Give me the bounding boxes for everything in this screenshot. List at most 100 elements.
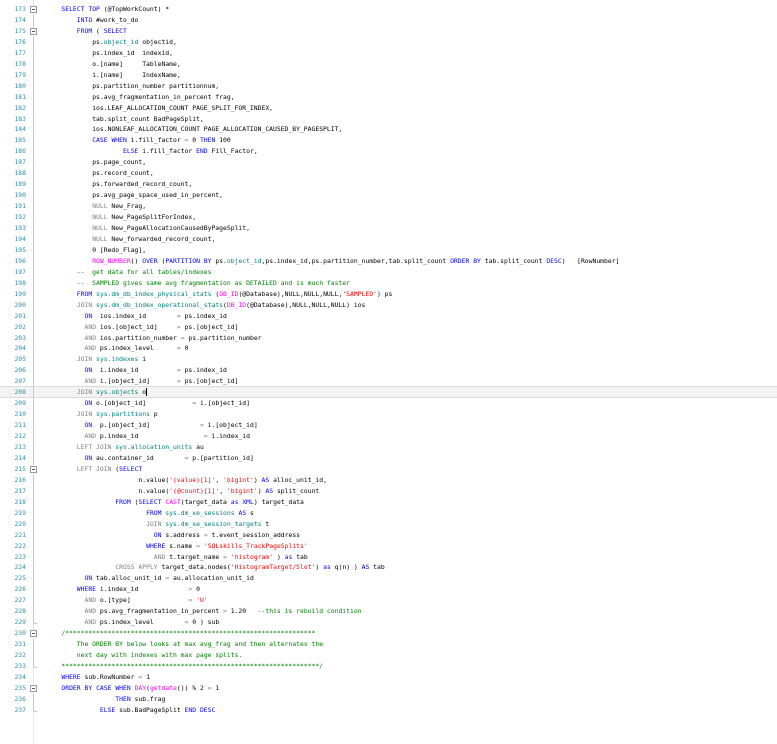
code-token: ****************************************… bbox=[61, 662, 324, 670]
code-line[interactable]: 185 CASE WHEN i.fill_factor = 0 THEN 100 bbox=[0, 135, 777, 148]
code-text: ON ios.index_id = ps.index_id bbox=[85, 311, 227, 321]
sql-code-editor[interactable]: 173 SELECT TOP (@TopWorkCount) * 174 INTO #… bbox=[0, 0, 777, 744]
code-line[interactable]: 234 WHERE sub.RowNumber = 1 bbox=[0, 672, 777, 682]
code-line[interactable]: 197 -- get data for all tables/indexes bbox=[0, 266, 777, 279]
code-line[interactable]: 231 The ORDER BY below looks at max avg_f… bbox=[0, 639, 777, 652]
code-line[interactable]: 176 ps.object_id objectid, bbox=[0, 36, 777, 49]
code-line[interactable]: 180 ps.partition_number partitionnum, bbox=[0, 80, 777, 93]
code-line[interactable]: 237 ELSE sub.BadPageSplit END DESC bbox=[0, 704, 777, 715]
code-line[interactable]: 188 ps.record_count, bbox=[0, 168, 777, 181]
code-line[interactable]: 211 ON p.[object_id] = i.[object_id] bbox=[0, 420, 777, 433]
code-line[interactable]: 218 FROM (SELECT CAST(target_data as XML)… bbox=[0, 496, 777, 509]
code-token: 'bigint' bbox=[223, 475, 254, 484]
line-number: 218 bbox=[14, 497, 26, 506]
code-line[interactable]: 233 *************************************… bbox=[0, 661, 777, 671]
code-line[interactable]: 182 ios.LEAF_ALLOCATION_COUNT PAGE_SPLIT_… bbox=[0, 102, 777, 115]
code-token: , bbox=[215, 475, 224, 484]
code-token: (@Database),NULL,NULL,NULL) ios bbox=[246, 300, 366, 309]
code-line[interactable]: 213 LEFT JOIN sys.allocation_units au bbox=[0, 442, 777, 454]
code-token: o.[object_id] bbox=[92, 399, 193, 408]
code-line[interactable]: 219 FROM sys.dm_xe_sessions AS s bbox=[0, 507, 777, 520]
code-token: t.target_name bbox=[165, 552, 224, 561]
code-line[interactable]: 230 /************************************… bbox=[0, 628, 777, 638]
code-line[interactable]: 221 ON s.address = t.event_session_addres… bbox=[0, 529, 777, 542]
code-line[interactable]: 223 AND t.target_name = 'histogram' ) as … bbox=[0, 551, 777, 564]
code-line[interactable]: 235 ORDER BY CASE WHEN DAY(getdate()) % 2… bbox=[0, 683, 777, 693]
code-line[interactable]: 236 THEN sub.frag bbox=[0, 693, 777, 706]
code-line[interactable]: 198 -- SAMPLED gives same avg fragmentati… bbox=[0, 277, 777, 290]
collapse-region-icon[interactable] bbox=[30, 465, 37, 473]
code-line[interactable]: 193 NULL New_PageAllocationCausedByPageSp… bbox=[0, 223, 777, 235]
code-line[interactable]: 178 o.[name] TableName, bbox=[0, 58, 777, 71]
code-line[interactable]: 191 NULL New_Frag, bbox=[0, 201, 777, 214]
code-line[interactable]: 232 next day with indexes with max page s… bbox=[0, 650, 777, 663]
code-line[interactable]: 187 ps.page_count, bbox=[0, 157, 777, 170]
fold-guide-line bbox=[30, 452, 36, 465]
line-number: 219 bbox=[14, 508, 26, 517]
code-line[interactable]: 183 tab.split_count BadPageSplit, bbox=[0, 113, 777, 126]
collapse-region-icon[interactable] bbox=[30, 5, 37, 13]
collapse-region-icon[interactable] bbox=[30, 27, 37, 35]
code-line[interactable]: 200 JOIN sys.dm_db_index_operational_stat… bbox=[0, 299, 777, 312]
code-line[interactable]: 202 AND ios.[object_id] = ps.[object_id] bbox=[0, 321, 777, 334]
code-line[interactable]: 220 JOIN sys.dm_xe_session_targets t bbox=[0, 518, 777, 531]
line-number: 195 bbox=[14, 245, 26, 254]
collapse-region-icon[interactable] bbox=[30, 684, 37, 692]
code-line[interactable]: 177 ps.index_id indexid, bbox=[0, 47, 777, 60]
code-line[interactable]: 215 LEFT JOIN (SELECT bbox=[0, 464, 777, 474]
code-line[interactable]: 174 INTO #work_to_do bbox=[0, 14, 777, 27]
code-line[interactable]: 181 ps.avg_fragmentation_in_percent frag, bbox=[0, 91, 777, 104]
fold-guide-line bbox=[30, 496, 36, 509]
code-line[interactable]: 201 ON ios.index_id = ps.index_id bbox=[0, 310, 777, 323]
code-line[interactable]: 209 ON o.[object_id] = i.[object_id] bbox=[0, 398, 777, 411]
code-line[interactable]: 189 ps.forwarded_record_count, bbox=[0, 179, 777, 192]
code-text: ON i.index_id = ps.index_id bbox=[85, 365, 227, 375]
code-line[interactable]: 190 ps.avg_page_space_used_in_percent, bbox=[0, 190, 777, 203]
code-line[interactable]: 226 WHERE i.index_id > 0 bbox=[0, 584, 777, 597]
code-line[interactable]: 192 NULL New_PageSplitForIndex, bbox=[0, 212, 777, 225]
code-line[interactable]: 229 AND ps.index_level = 0 ) sub bbox=[0, 617, 777, 627]
collapse-region-icon[interactable] bbox=[30, 629, 37, 638]
code-line[interactable]: 227 AND o.[type] = 'U' bbox=[0, 595, 777, 608]
code-line[interactable]: 222 WHERE s.name = 'SQLskills_TrackPageSp… bbox=[0, 540, 777, 553]
code-line[interactable]: 216 n.value('(value)[1]', 'bigint') AS al… bbox=[0, 474, 777, 487]
code-line[interactable]: 204 AND ps.index_level = 0 bbox=[0, 343, 777, 356]
code-line[interactable]: 194 NULL New_forwarded_record_count, bbox=[0, 233, 777, 246]
code-line[interactable]: 208 JOIN sys.objects o bbox=[0, 386, 777, 400]
code-line[interactable]: 212 AND p.index_id = i.index_id bbox=[0, 431, 777, 444]
fold-guide-line bbox=[30, 233, 36, 246]
line-number: 204 bbox=[14, 344, 26, 353]
code-line[interactable]: 228 AND ps.avg_fragmentation_in_percent >… bbox=[0, 606, 777, 619]
code-token: SELECT bbox=[61, 5, 85, 13]
code-line[interactable]: 175 FROM ( SELECT bbox=[0, 26, 777, 36]
code-line[interactable]: 173 SELECT TOP (@TopWorkCount) * bbox=[0, 4, 777, 14]
code-text: WHERE s.name = 'SQLskills_TrackPageSplit… bbox=[146, 541, 308, 551]
code-token: ELSE bbox=[99, 705, 116, 714]
code-line[interactable]: 206 ON i.index_id = ps.index_id bbox=[0, 365, 777, 378]
line-number: 230 bbox=[14, 629, 26, 638]
code-line[interactable]: 225 ON tab.alloc_unit_id = au.allocation_… bbox=[0, 573, 777, 586]
code-line[interactable]: 205 JOIN sys.indexes i bbox=[0, 354, 777, 367]
code-text: ps.record_count, bbox=[92, 168, 154, 178]
code-line[interactable]: 196 ROW_NUMBER() OVER (PARTITION BY ps.ob… bbox=[0, 255, 777, 268]
code-text: LEFT JOIN sys.allocation_units au bbox=[77, 442, 204, 452]
code-line[interactable]: 195 0 [Redo_Flag], bbox=[0, 244, 777, 257]
code-token: ELSE bbox=[123, 147, 139, 156]
code-token: DESC bbox=[546, 256, 562, 265]
code-token: ,ps.index_id,ps.partition_number,tab.spl… bbox=[261, 256, 451, 265]
code-text: NULL New_PageSplitForIndex, bbox=[92, 212, 196, 222]
code-token: object_id bbox=[226, 256, 262, 265]
code-text: JOIN sys.indexes i bbox=[77, 354, 146, 364]
code-line[interactable]: 207 AND i.[object_id] = ps.[object_id] bbox=[0, 376, 777, 389]
code-line[interactable]: 184 ios.NONLEAF_ALLOCATION_COUNT PAGE_ALL… bbox=[0, 124, 777, 137]
code-line[interactable]: 186 ELSE i.fill_factor END Fill_Factor, bbox=[0, 146, 777, 159]
code-token: 0 bbox=[188, 136, 200, 145]
code-line[interactable]: 224 CROSS APPLY target_data.nodes('Histog… bbox=[0, 562, 777, 575]
code-line[interactable]: 217 n.value('(@count)[1]', 'bigint') AS s… bbox=[0, 485, 777, 498]
code-line[interactable]: 179 i.[name] IndexName, bbox=[0, 69, 777, 82]
line-number: 235 bbox=[14, 683, 26, 692]
code-line[interactable]: 199 FROM sys.dm_db_index_physical_stats (… bbox=[0, 288, 777, 301]
code-line[interactable]: 203 AND ios.partition_number = ps.partiti… bbox=[0, 332, 777, 345]
code-line[interactable]: 214 ON au.container_id = p.[partition_id] bbox=[0, 452, 777, 465]
code-line[interactable]: 210 JOIN sys.partitions p bbox=[0, 409, 777, 422]
